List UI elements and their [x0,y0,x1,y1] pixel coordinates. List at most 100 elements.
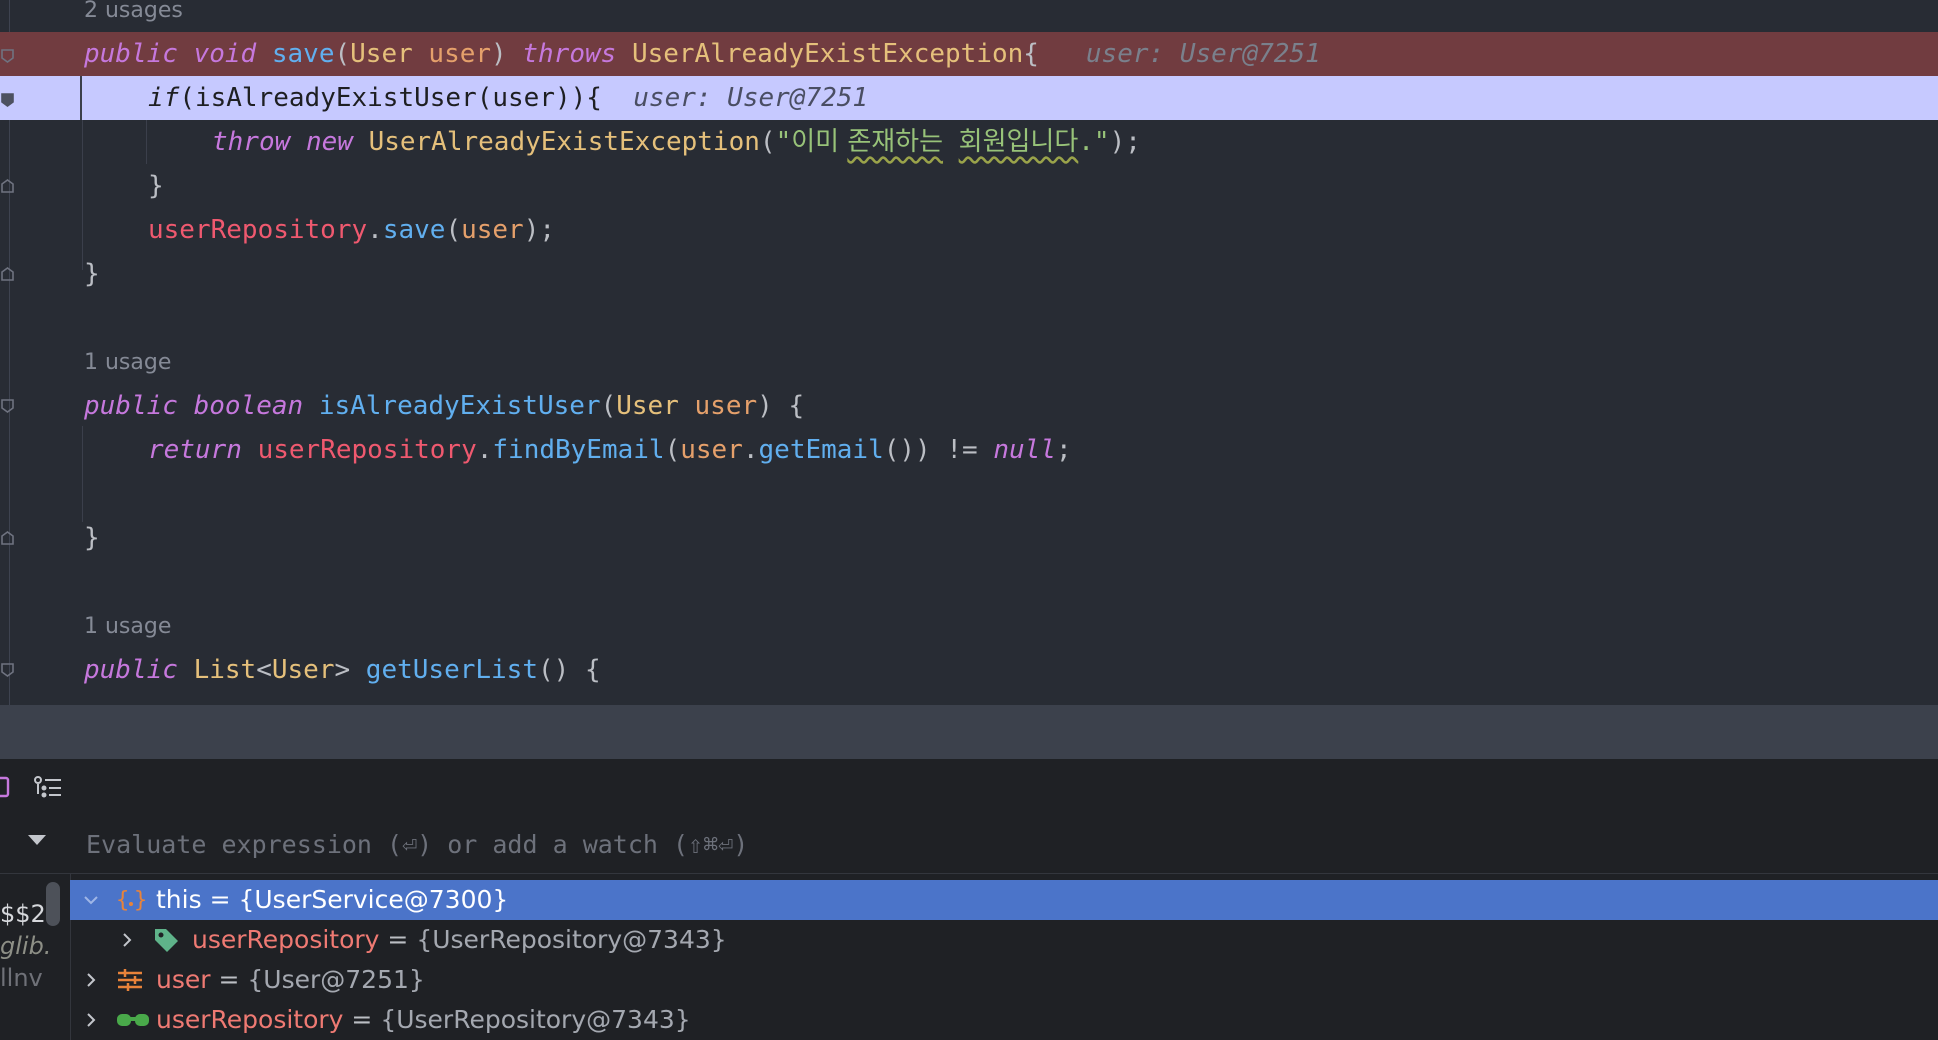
type-name: User [271,655,335,685]
punct: ) [491,39,507,69]
code-fragment: (isAlreadyExistUser(user)){ [179,83,602,113]
variable-value: {UserService@7300} [238,885,509,914]
fold-start-icon[interactable] [0,398,15,414]
keyword: boolean [193,391,304,421]
code-line-list-signature[interactable]: public List<User> getUserList() { [0,648,1938,692]
method-call: save [382,215,446,245]
svg-text:}: } [134,888,146,913]
list-tree-icon[interactable] [34,775,62,799]
keyword: public [84,39,178,69]
variable-value: {UserRepository@7343} [416,925,727,954]
param-name: user [680,435,743,465]
keyword: new [305,127,353,157]
string-literal: ." [1078,127,1110,157]
inline-debug-value: user: User@7251 [1085,39,1321,69]
variable-text: userRepository = {UserRepository@7343} [192,920,727,960]
method-name: getUserList [365,655,538,685]
chevron-down-icon[interactable] [84,893,98,907]
variable-text: userRepository = {UserRepository@7343} [156,1000,691,1040]
variable-row-userRepository-watch[interactable]: userRepository = {UserRepository@7343} [70,1000,1938,1040]
code-line-close-save[interactable]: } [0,252,1938,296]
fold-end-icon[interactable] [0,266,15,282]
variable-text: user = {User@7251} [156,960,425,1000]
frames-strip: $$2 glib. llnv [0,874,71,1040]
field-name: userRepository [257,435,477,465]
code-line-repo-save[interactable]: userRepository.save(user); [0,208,1938,252]
chevron-right-icon[interactable] [84,1013,98,1027]
code-text: } [84,252,100,296]
variable-name: userRepository [192,925,380,954]
keyword: public [84,655,178,685]
panel-splitter[interactable] [0,705,1938,759]
code-line-close-exist[interactable]: } [0,516,1938,560]
punct: { [1023,39,1039,69]
equals: = [210,965,248,994]
code-text: public boolean isAlreadyExistUser(User u… [84,384,804,428]
code-text: } [84,516,100,560]
frame-fragment[interactable]: $$2 [0,900,46,928]
keyword: throws [522,39,617,69]
method-name: isAlreadyExistUser [318,391,601,421]
usage-hint[interactable]: 2 usages [84,0,183,23]
variable-row-userRepository-field[interactable]: userRepository = {UserRepository@7343} [70,920,1938,960]
param-name: user [461,215,524,245]
code-editor[interactable]: 2 usages public void save(User user) thr… [0,0,1938,705]
breakpoint-fold-icon[interactable] [0,48,15,64]
usage-hint[interactable]: 1 usage [84,614,171,639]
equals: = [379,925,417,954]
punct: ); [523,215,556,245]
chevron-right-icon[interactable] [120,933,134,947]
code-text: } [148,164,164,208]
code-line-return[interactable]: return userRepository.findByEmail(user.g… [0,428,1938,472]
variable-name: userRepository [156,1005,344,1034]
code-line-close-if[interactable]: } [0,164,1938,208]
code-line-if-current[interactable]: if(isAlreadyExistUser(user)){ user: User… [0,76,1938,120]
code-text: return userRepository.findByEmail(user.g… [148,428,1072,472]
tag-icon [152,926,180,954]
history-dropdown-icon[interactable] [28,835,46,845]
caret [80,76,82,120]
keyword: return [148,435,242,465]
usage-hint[interactable]: 1 usage [84,350,171,375]
evaluate-expression-input[interactable] [70,815,1930,873]
fold-start-icon[interactable] [0,662,15,678]
fold-end-icon[interactable] [0,178,15,194]
watch-glasses-icon [116,1006,150,1034]
string-literal: " [775,127,792,157]
type-name: User [616,391,679,421]
method-call: findByEmail [492,435,665,465]
keyword: if [148,83,180,113]
punct: ()) != [883,435,994,465]
inline-debug-value: user: User@7251 [633,83,869,113]
variables-tree: {} this = {UserService@7300} userReposit… [70,874,1938,1040]
execution-point-fold-icon[interactable] [0,92,15,108]
scrollbar-thumb[interactable] [46,882,60,926]
punct: . [367,215,383,245]
variable-row-this[interactable]: {} this = {UserService@7300} [70,880,1938,920]
string-literal: 이미 [791,127,848,157]
chevron-right-icon[interactable] [84,973,98,987]
punct: . [742,435,759,465]
keyword: void [193,39,257,69]
variable-row-user[interactable]: user = {User@7251} [70,960,1938,1000]
layout-toggle-icon[interactable] [0,775,10,799]
method-call: getEmail [758,435,884,465]
param-name: user [694,391,758,421]
frame-fragment[interactable]: llnv [0,964,43,992]
code-line-exist-signature[interactable]: public boolean isAlreadyExistUser(User u… [0,384,1938,428]
variable-value: {UserRepository@7343} [380,1005,691,1034]
punct: } [84,523,100,553]
exception-type: UserAlreadyExistException [631,39,1024,69]
keyword: public [84,391,178,421]
punct: < [256,655,272,685]
code-line-save-signature[interactable]: public void save(User user) throws UserA… [0,32,1938,76]
keyword: throw [212,127,291,157]
punct: ( [334,39,351,69]
fold-end-icon[interactable] [0,530,15,546]
keyword: null [993,435,1056,465]
punct: ( [445,215,462,245]
svg-text:{: { [116,888,129,913]
code-line-throw[interactable]: throw new UserAlreadyExistException("이미 … [0,120,1938,164]
frame-fragment[interactable]: glib. [0,932,51,960]
debug-toolbar [0,759,1938,816]
